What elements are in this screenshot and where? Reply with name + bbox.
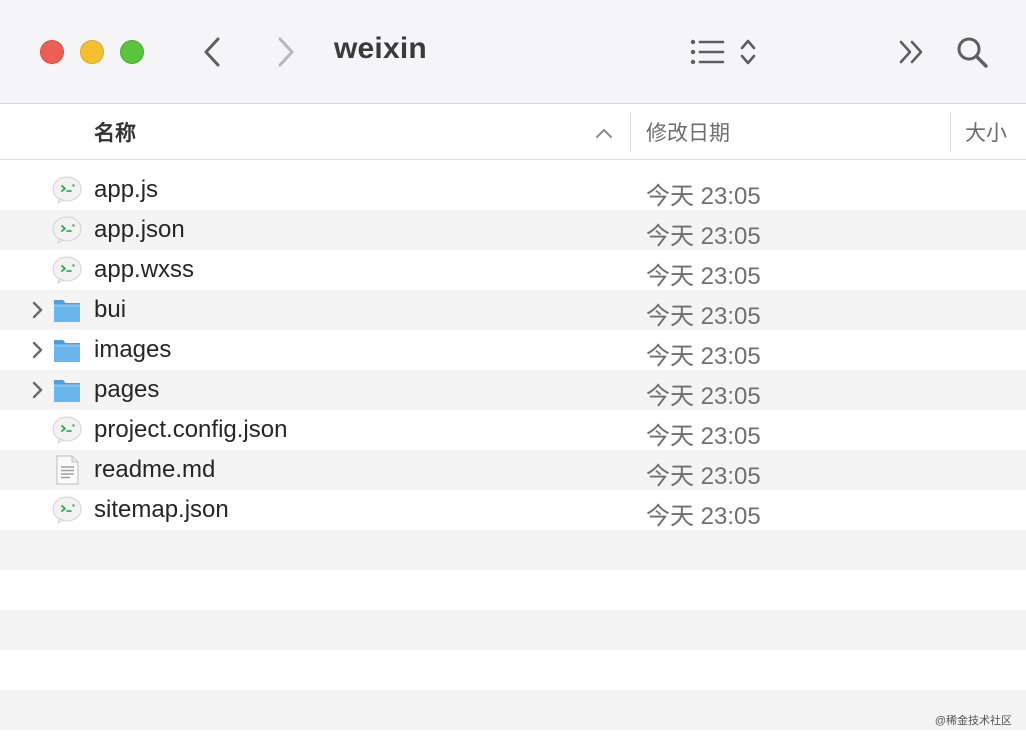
file-modified-date: 今天 23:05 — [646, 343, 761, 370]
toolbar: weixin — [0, 0, 1026, 104]
file-name: app.js — [94, 176, 159, 203]
file-modified-date: 今天 23:05 — [646, 383, 761, 410]
disclosure-triangle-icon[interactable] — [28, 300, 48, 320]
list-view-icon — [690, 39, 725, 65]
file-row[interactable]: readme.md 今天 23:05 — [0, 450, 1026, 490]
empty-row — [0, 650, 1026, 690]
size-column-header[interactable]: 大小 — [965, 117, 1007, 147]
file-modified-date: 今天 23:05 — [646, 423, 761, 450]
disclosure-triangle-icon[interactable] — [28, 340, 48, 360]
up-down-chevron-icon — [740, 39, 756, 65]
empty-row — [0, 690, 1026, 730]
wechat-file-icon — [52, 175, 82, 205]
chevron-right-icon — [278, 37, 294, 67]
date-column-header[interactable]: 修改日期 — [646, 117, 730, 147]
file-row[interactable]: app.js 今天 23:05 — [0, 170, 1026, 210]
file-row[interactable]: app.json 今天 23:05 — [0, 210, 1026, 250]
file-list: app.js 今天 23:05 app.json 今天 23:05 app.wxss 今天… — [0, 170, 1026, 530]
file-row[interactable]: sitemap.json 今天 23:05 — [0, 490, 1026, 530]
wechat-file-icon — [52, 495, 82, 525]
back-button[interactable] — [194, 30, 230, 74]
folder-icon — [52, 295, 82, 325]
empty-row — [0, 530, 1026, 570]
wechat-file-icon — [52, 255, 82, 285]
file-name: app.json — [94, 216, 185, 243]
view-options-button[interactable] — [686, 30, 728, 74]
file-modified-date: 今天 23:05 — [646, 263, 761, 290]
file-modified-date: 今天 23:05 — [646, 303, 761, 330]
file-row[interactable]: images 今天 23:05 — [0, 330, 1026, 370]
file-modified-date: 今天 23:05 — [646, 463, 761, 490]
file-name: project.config.json — [94, 416, 288, 443]
sort-ascending-icon[interactable] — [592, 122, 616, 146]
file-modified-date: 今天 23:05 — [646, 503, 761, 530]
window-title: weixin — [334, 32, 427, 65]
file-name: bui — [94, 296, 127, 323]
file-name: images — [94, 336, 172, 363]
document-icon — [52, 455, 82, 485]
finder-window: weixin 名称 修改日期 大小 app.js 今天 23:05 app.js… — [0, 0, 1026, 740]
wechat-file-icon — [52, 215, 82, 245]
more-toolbar-button[interactable] — [894, 30, 930, 74]
file-row[interactable]: bui 今天 23:05 — [0, 290, 1026, 330]
folder-icon — [52, 335, 82, 365]
file-row[interactable]: pages 今天 23:05 — [0, 370, 1026, 410]
empty-row — [0, 570, 1026, 610]
file-modified-date: 今天 23:05 — [646, 183, 761, 210]
view-dropdown-button[interactable] — [734, 30, 762, 74]
empty-row — [0, 610, 1026, 650]
column-divider[interactable] — [950, 112, 951, 152]
forward-button[interactable] — [268, 30, 304, 74]
magnifier-icon — [957, 37, 988, 68]
wechat-file-icon — [52, 415, 82, 445]
double-chevron-right-icon — [899, 40, 923, 64]
file-name: sitemap.json — [94, 496, 229, 523]
minimize-button[interactable] — [80, 40, 104, 64]
file-name: pages — [94, 376, 160, 403]
disclosure-triangle-icon[interactable] — [28, 380, 48, 400]
watermark: @稀金技术社区 — [934, 715, 1012, 727]
file-row[interactable]: app.wxss 今天 23:05 — [0, 250, 1026, 290]
file-modified-date: 今天 23:05 — [646, 223, 761, 250]
search-button[interactable] — [952, 30, 992, 74]
chevron-left-icon — [204, 37, 220, 67]
close-button[interactable] — [40, 40, 64, 64]
folder-icon — [52, 375, 82, 405]
file-name: readme.md — [94, 456, 216, 483]
file-row[interactable]: project.config.json 今天 23:05 — [0, 410, 1026, 450]
file-name: app.wxss — [94, 256, 195, 283]
zoom-button[interactable] — [120, 40, 144, 64]
column-divider[interactable] — [630, 112, 631, 152]
name-column-header[interactable]: 名称 — [94, 117, 136, 147]
column-header: 名称 修改日期 大小 — [0, 104, 1026, 160]
